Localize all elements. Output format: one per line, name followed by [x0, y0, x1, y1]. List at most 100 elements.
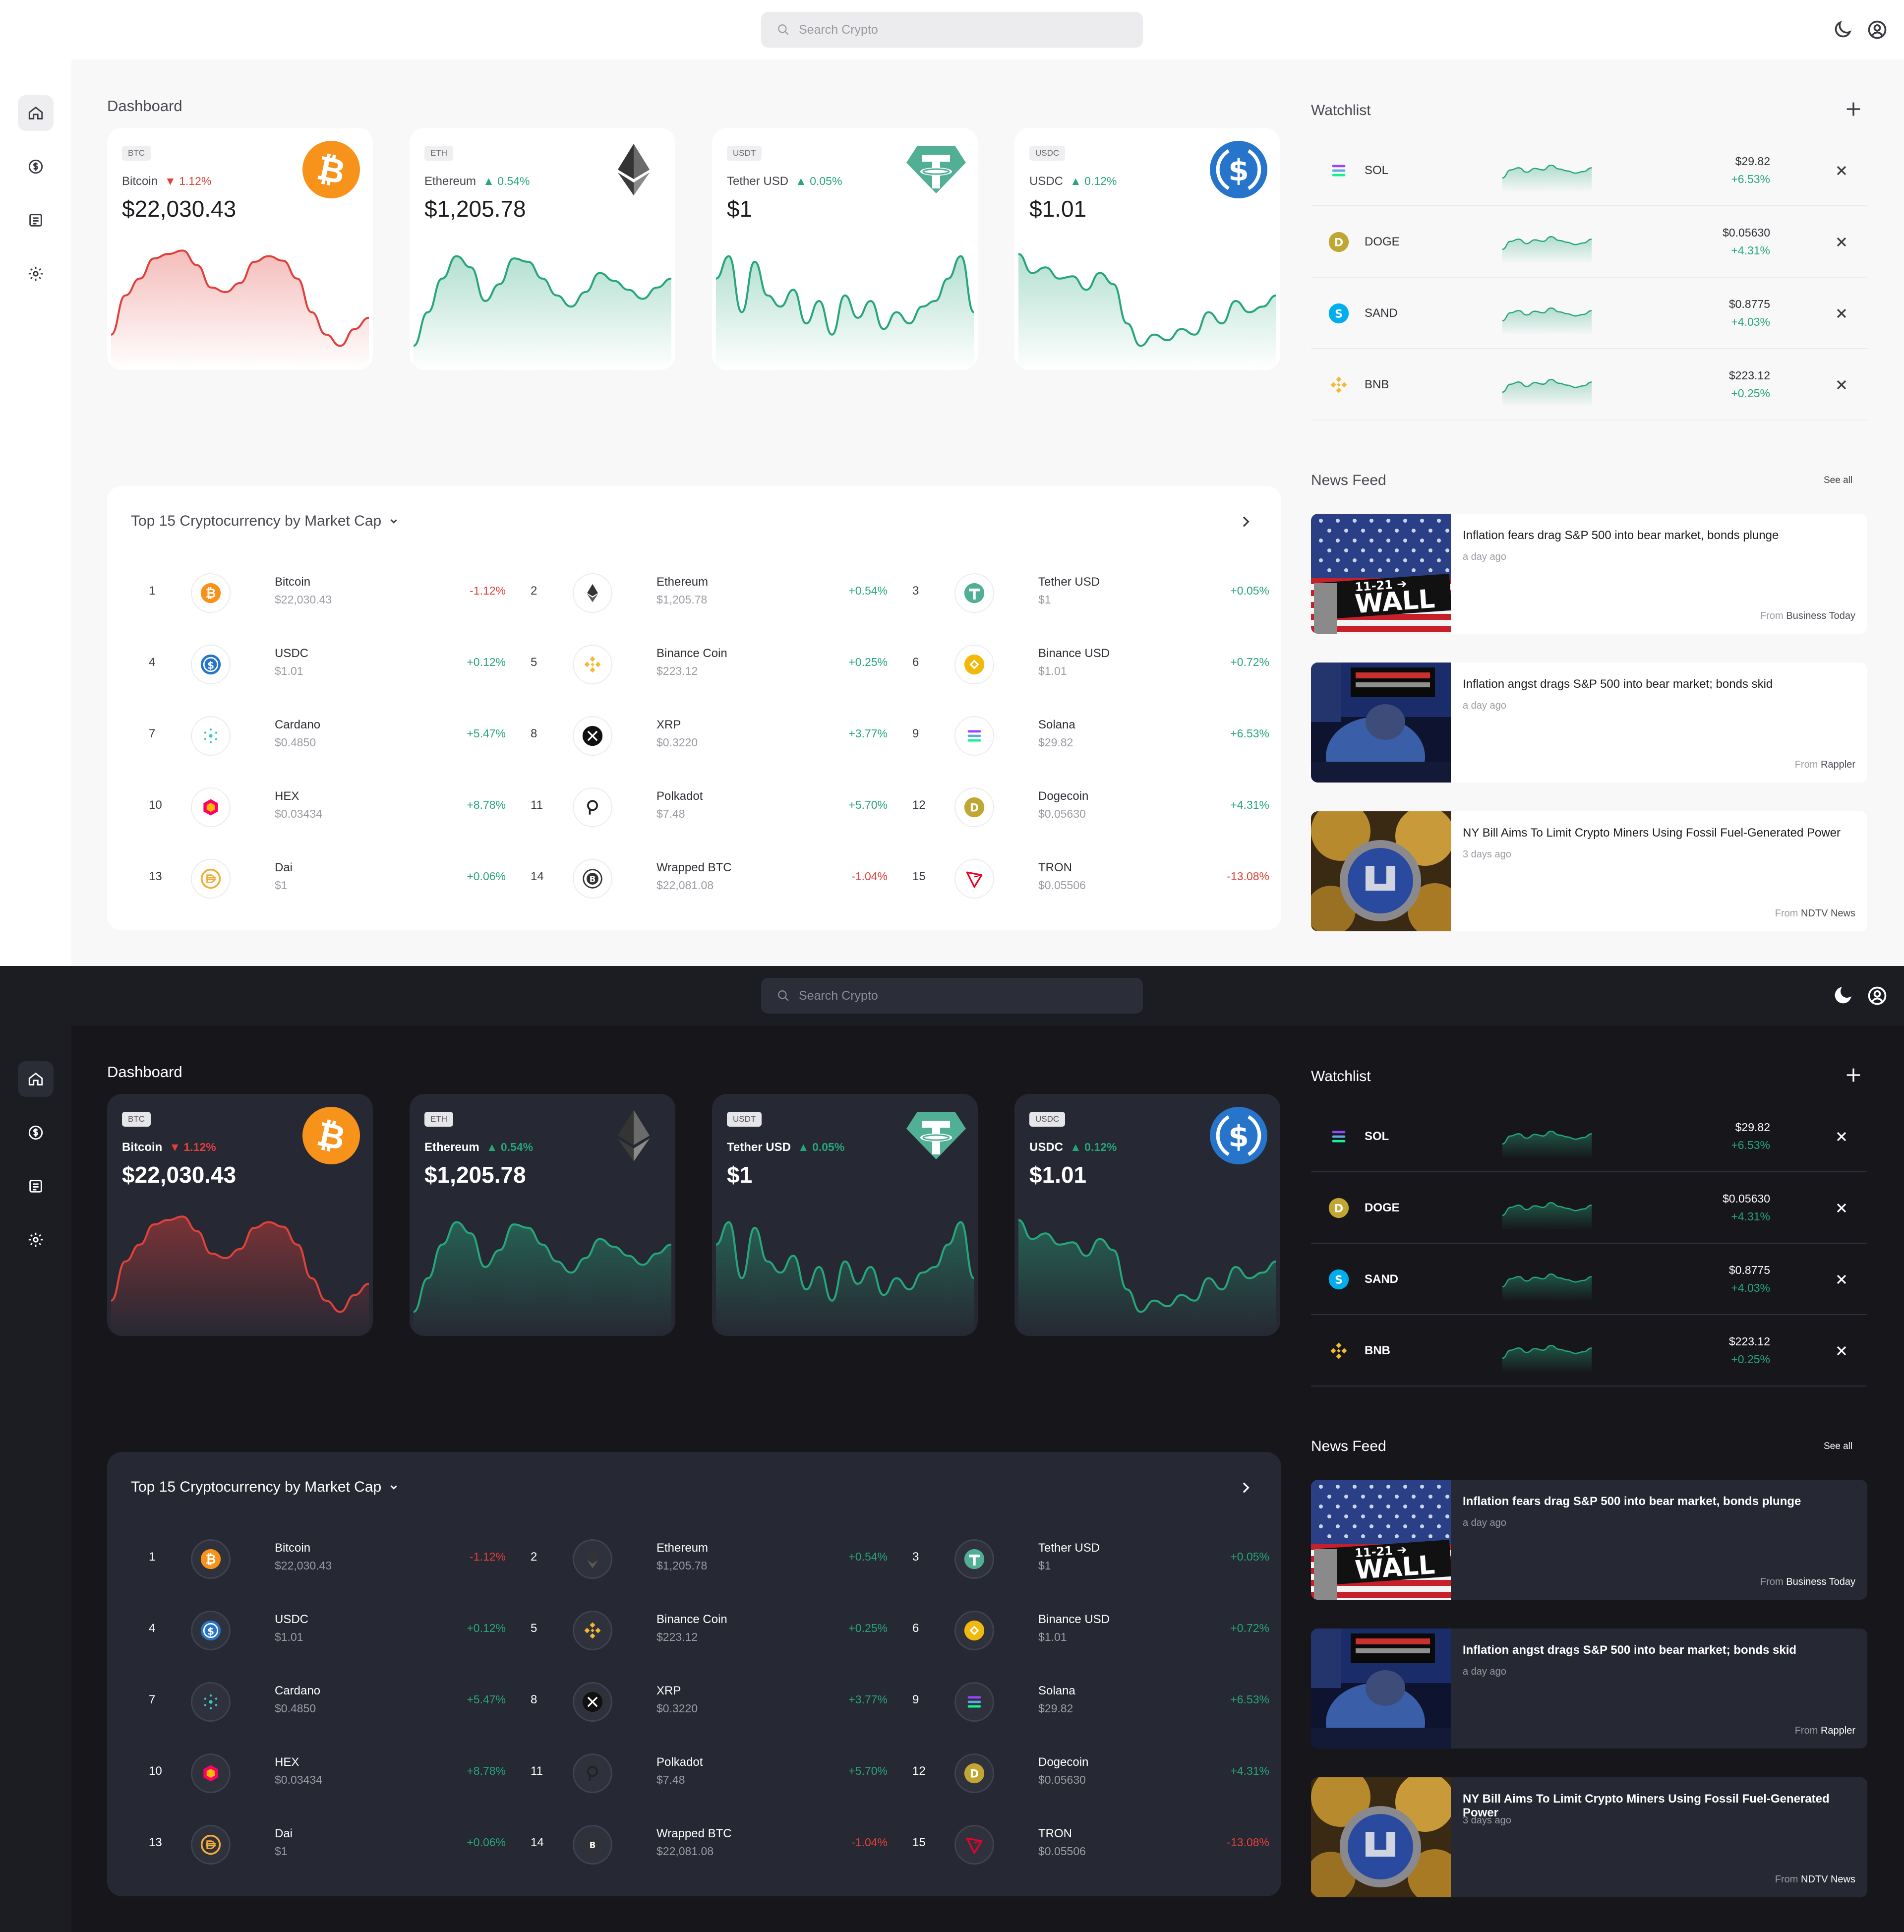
- top-list-title[interactable]: Top 15 Cryptocurrency by Market Cap: [131, 513, 399, 530]
- up-arrow-icon: ▲: [795, 175, 807, 187]
- news-title[interactable]: Inflation fears drag S&P 500 into bear m…: [1463, 1495, 1854, 1509]
- search-input[interactable]: Search Crypto: [761, 12, 1143, 48]
- close-icon[interactable]: [1834, 163, 1849, 179]
- close-icon[interactable]: [1834, 234, 1849, 250]
- watchlist-row[interactable]: D DOGE $0.05630 +4.31%: [1311, 206, 1867, 278]
- news-source-prefix: From: [1775, 1874, 1798, 1885]
- coin-change-value: 0.05%: [810, 175, 842, 187]
- crypto-row[interactable]: 14 B Wrapped BTC $22,081.08 -1.04%: [531, 1817, 888, 1872]
- crypto-row[interactable]: 3 Tether USD $1 +0.05%: [912, 1531, 1269, 1586]
- crypto-row[interactable]: 2 Ethereum $1,205.78 +0.54%: [531, 565, 888, 620]
- crypto-row[interactable]: 12 D Dogecoin $0.05630 +4.31%: [912, 1746, 1269, 1800]
- user-icon[interactable]: [1866, 19, 1888, 41]
- crypto-row[interactable]: 4 $ USDC $1.01 +0.12%: [149, 1603, 506, 1657]
- user-icon[interactable]: [1866, 985, 1888, 1007]
- chart-area: [716, 256, 974, 370]
- rank-number: 4: [149, 656, 156, 669]
- coin-card[interactable]: USDC USDC ▲ 0.12% $1.01 $: [1014, 128, 1280, 370]
- news-title[interactable]: NY Bill Aims To Limit Crypto Miners Usin…: [1463, 1792, 1854, 1820]
- nav-home[interactable]: [18, 95, 54, 131]
- coin-card[interactable]: ETH Ethereum ▲ 0.54% $1,205.78: [410, 128, 675, 370]
- watchlist-row[interactable]: D DOGE $0.05630 +4.31%: [1311, 1172, 1867, 1244]
- crypto-row[interactable]: 6 Binance USD $1.01 +0.72%: [912, 637, 1269, 691]
- crypto-row[interactable]: 6 Binance USD $1.01 +0.72%: [912, 1603, 1269, 1657]
- watchlist-change: +6.53%: [1731, 1139, 1770, 1151]
- crypto-row[interactable]: 9 Solana $29.82 +6.53%: [912, 1674, 1269, 1729]
- crypto-row[interactable]: 1 ₿ Bitcoin $22,030.43 -1.12%: [149, 1531, 506, 1586]
- chevron-right-icon[interactable]: [1238, 514, 1253, 530]
- crypto-row[interactable]: 13 Dai $1 +0.06%: [149, 851, 506, 906]
- news-title[interactable]: Inflation angst drags S&P 500 into bear …: [1463, 677, 1854, 691]
- chevron-right-icon[interactable]: [1238, 1480, 1253, 1496]
- coin-price: $7.48: [656, 1773, 685, 1786]
- crypto-row[interactable]: 15 TRON $0.05506 -13.08%: [912, 851, 1269, 906]
- sparkline: [1502, 1202, 1592, 1229]
- close-icon[interactable]: [1834, 305, 1849, 321]
- crypto-row[interactable]: 1 ₿ Bitcoin $22,030.43 -1.12%: [149, 565, 506, 620]
- coin-card[interactable]: ETH Ethereum ▲ 0.54% $1,205.78: [410, 1094, 675, 1336]
- see-all-link[interactable]: See all: [1824, 475, 1852, 486]
- crypto-row[interactable]: 8 XRP $0.3220 +3.77%: [531, 1674, 888, 1729]
- crypto-row[interactable]: 3 Tether USD $1 +0.05%: [912, 565, 1269, 620]
- watchlist-row[interactable]: S SAND $0.8775 +4.03%: [1311, 1244, 1867, 1315]
- crypto-row[interactable]: 15 TRON $0.05506 -13.08%: [912, 1817, 1269, 1872]
- news-icon: [29, 1180, 42, 1193]
- news-card[interactable]: Inflation angst drags S&P 500 into bear …: [1311, 1629, 1867, 1749]
- close-icon[interactable]: [1834, 377, 1849, 393]
- watchlist-row[interactable]: SOL $29.82 +6.53%: [1311, 135, 1867, 206]
- close-icon[interactable]: [1834, 1271, 1849, 1287]
- coin-card[interactable]: USDT Tether USD ▲ 0.05% $1: [712, 128, 978, 370]
- see-all-link[interactable]: See all: [1824, 1441, 1852, 1452]
- news-card[interactable]: 11-21 ➔ WALL Inflation fears drag S&P 500…: [1311, 1480, 1867, 1600]
- crypto-row[interactable]: 11 Polkadot $7.48 +5.70%: [531, 780, 888, 834]
- nav-news[interactable]: [18, 202, 54, 238]
- crypto-row[interactable]: 4 $ USDC $1.01 +0.12%: [149, 637, 506, 691]
- news-card[interactable]: NY Bill Aims To Limit Crypto Miners Usin…: [1311, 811, 1867, 931]
- news-card[interactable]: 11-21 ➔ WALL Inflation fears drag S&P 500…: [1311, 514, 1867, 634]
- crypto-row[interactable]: 13 Dai $1 +0.06%: [149, 1817, 506, 1872]
- news-card[interactable]: NY Bill Aims To Limit Crypto Miners Usin…: [1311, 1777, 1867, 1897]
- news-title[interactable]: NY Bill Aims To Limit Crypto Miners Usin…: [1463, 826, 1854, 840]
- close-icon[interactable]: [1834, 1129, 1849, 1145]
- crypto-row[interactable]: 10 HEX $0.03434 +8.78%: [149, 1746, 506, 1800]
- add-watchlist-plus-icon[interactable]: [1844, 1065, 1863, 1085]
- nav-settings[interactable]: [18, 1222, 54, 1258]
- watchlist-row[interactable]: S SAND $0.8775 +4.03%: [1311, 278, 1867, 349]
- coin-card[interactable]: USDC USDC ▲ 0.12% $1.01 $: [1014, 1094, 1280, 1336]
- news-card[interactable]: Inflation angst drags S&P 500 into bear …: [1311, 663, 1867, 783]
- crypto-row[interactable]: 2 Ethereum $1,205.78 +0.54%: [531, 1531, 888, 1586]
- crypto-row[interactable]: 9 Solana $29.82 +6.53%: [912, 708, 1269, 763]
- moon-icon[interactable]: [1832, 985, 1853, 1007]
- watchlist-row[interactable]: SOL $29.82 +6.53%: [1311, 1101, 1867, 1172]
- nav-dollar[interactable]: [18, 149, 54, 184]
- sidebar: [0, 60, 71, 966]
- crypto-row[interactable]: 5 Binance Coin $223.12 +0.25%: [531, 1603, 888, 1657]
- search-input[interactable]: Search Crypto: [761, 978, 1143, 1014]
- coin-card[interactable]: BTC Bitcoin ▼ 1.12% $22,030.43 ₿: [107, 1094, 373, 1336]
- crypto-row[interactable]: 7 Cardano $0.4850 +5.47%: [149, 1674, 506, 1729]
- top-list-title[interactable]: Top 15 Cryptocurrency by Market Cap: [131, 1479, 399, 1496]
- coin-card[interactable]: USDT Tether USD ▲ 0.05% $1: [712, 1094, 978, 1336]
- nav-dollar[interactable]: [18, 1115, 54, 1150]
- watchlist-row[interactable]: BNB $223.12 +0.25%: [1311, 1315, 1867, 1387]
- coin-price: $1,205.78: [656, 593, 708, 606]
- crypto-row[interactable]: 8 XRP $0.3220 +3.77%: [531, 708, 888, 763]
- watchlist-row[interactable]: BNB $223.12 +0.25%: [1311, 349, 1867, 421]
- news-title[interactable]: Inflation angst drags S&P 500 into bear …: [1463, 1643, 1854, 1657]
- nav-news[interactable]: [18, 1168, 54, 1204]
- add-watchlist-plus-icon[interactable]: [1844, 99, 1863, 119]
- news-title[interactable]: Inflation fears drag S&P 500 into bear m…: [1463, 529, 1854, 543]
- crypto-row[interactable]: 11 Polkadot $7.48 +5.70%: [531, 1746, 888, 1800]
- crypto-row[interactable]: 10 HEX $0.03434 +8.78%: [149, 780, 506, 834]
- moon-icon[interactable]: [1832, 19, 1853, 41]
- nav-settings[interactable]: [18, 256, 54, 292]
- close-icon[interactable]: [1834, 1200, 1849, 1216]
- close-icon[interactable]: [1834, 1343, 1849, 1359]
- coin-card[interactable]: BTC Bitcoin ▼ 1.12% $22,030.43 ₿: [107, 128, 373, 370]
- crypto-row[interactable]: 12 D Dogecoin $0.05630 +4.31%: [912, 780, 1269, 834]
- nav-home[interactable]: [18, 1061, 54, 1097]
- crypto-row[interactable]: 5 Binance Coin $223.12 +0.25%: [531, 637, 888, 691]
- crypto-row[interactable]: 7 Cardano $0.4850 +5.47%: [149, 708, 506, 763]
- crypto-row[interactable]: 14 B Wrapped BTC $22,081.08 -1.04%: [531, 851, 888, 906]
- svg-text:D: D: [970, 1768, 979, 1780]
